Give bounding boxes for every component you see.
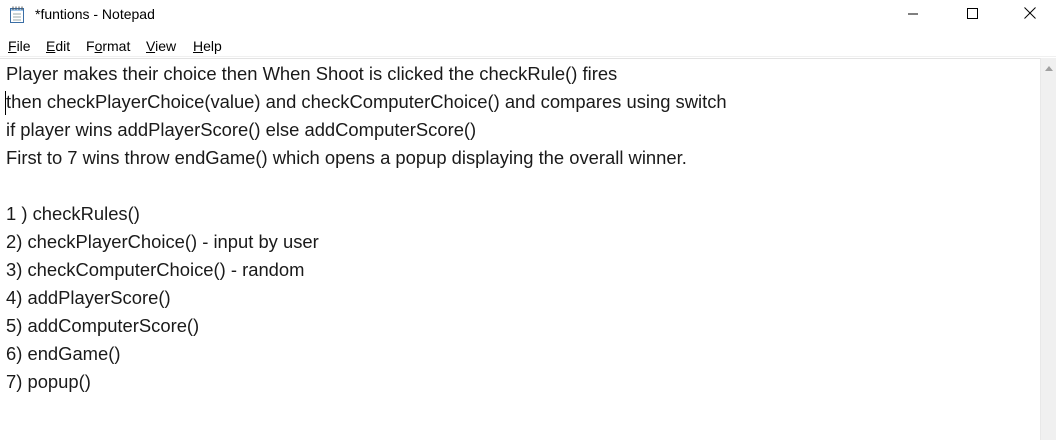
text-line[interactable]: if player wins addPlayerScore() else add… xyxy=(6,119,476,141)
menu-edit-mnemonic: E xyxy=(46,38,56,54)
menu-format[interactable]: Format xyxy=(86,38,130,54)
vertical-scrollbar[interactable] xyxy=(1040,58,1056,440)
text-line[interactable]: 3) checkComputerChoice() - random xyxy=(6,259,304,281)
notepad-icon[interactable] xyxy=(10,6,25,23)
menu-format-prefix: F xyxy=(86,38,95,54)
close-button[interactable] xyxy=(1007,0,1053,30)
text-line[interactable]: 7) popup() xyxy=(6,371,91,393)
menu-help-mnemonic: H xyxy=(193,38,204,54)
minimize-button[interactable] xyxy=(890,0,936,30)
text-line[interactable]: then checkPlayerChoice(value) and checkC… xyxy=(6,91,727,113)
maximize-icon xyxy=(966,6,978,24)
menu-file[interactable]: File xyxy=(8,38,31,54)
menu-file-mnemonic: F xyxy=(8,38,17,54)
text-caret xyxy=(5,91,6,115)
scroll-up-arrow-icon xyxy=(1045,58,1053,76)
scroll-up-button[interactable] xyxy=(1041,58,1056,75)
text-editor[interactable]: Player makes their choice then When Shoo… xyxy=(0,58,1040,440)
maximize-button[interactable] xyxy=(949,0,995,30)
text-line[interactable]: 2) checkPlayerChoice() - input by user xyxy=(6,231,319,253)
minimize-icon xyxy=(908,6,918,24)
menu-help[interactable]: Help xyxy=(193,38,222,54)
text-line[interactable]: 4) addPlayerScore() xyxy=(6,287,171,309)
menu-help-label: elp xyxy=(203,38,222,54)
menu-format-label: rmat xyxy=(102,38,131,54)
window-title: *funtions - Notepad xyxy=(35,6,155,22)
text-line[interactable]: 1 ) checkRules() xyxy=(6,203,140,225)
menu-view-label: iew xyxy=(155,38,177,54)
title-bar[interactable]: *funtions - Notepad xyxy=(0,0,1056,30)
menu-file-label: ile xyxy=(16,38,31,54)
menu-view-mnemonic: V xyxy=(146,38,156,54)
notepad-window: *funtions - Notepad File Edit Format Vie… xyxy=(0,0,1056,440)
menu-view[interactable]: View xyxy=(146,38,176,54)
text-line[interactable]: 5) addComputerScore() xyxy=(6,315,199,337)
close-icon xyxy=(1024,6,1036,24)
text-line[interactable]: 6) endGame() xyxy=(6,343,120,365)
menu-edit-label: dit xyxy=(55,38,71,54)
text-line[interactable]: First to 7 wins throw endGame() which op… xyxy=(6,147,687,169)
menu-edit[interactable]: Edit xyxy=(46,38,70,54)
text-line[interactable]: Player makes their choice then When Shoo… xyxy=(6,63,617,85)
menu-bar: File Edit Format View Help xyxy=(0,32,1056,57)
